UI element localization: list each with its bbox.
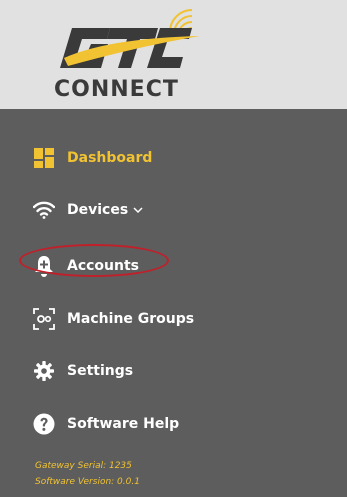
machine-group-icon [33,308,55,330]
sidebar-item-label: Devices [67,202,129,218]
sidebar-item-label: Dashboard [67,150,153,166]
chevron-down-icon[interactable] [133,206,143,214]
question-circle-icon [33,413,55,435]
footer-info: Gateway Serial: 1235 Software Version: 0… [35,458,140,490]
sidebar-item-software-help[interactable]: Software Help [33,407,179,441]
sidebar-item-accounts[interactable]: Accounts [33,249,139,283]
gateway-serial: Gateway Serial: 1235 [35,461,132,471]
sidebar-item-label: Software Help [67,416,180,432]
wifi-icon [33,199,55,221]
sidebar-item-label: Accounts [67,258,140,274]
sidebar-item-machine-groups[interactable]: Machine Groups [33,302,194,336]
sidebar-item-settings[interactable]: Settings [33,354,133,388]
sidebar-item-label: Settings [67,363,134,379]
software-version: Software Version: 0.0.1 [35,477,140,487]
sidebar-item-dashboard[interactable]: Dashboard [33,141,152,175]
bell-plus-icon [33,255,55,277]
gtc-connect-logo: CONNECT [54,9,200,100]
dashboard-icon [33,147,55,169]
logo-connect-text: CONNECT [54,77,179,100]
sidebar-menu: Dashboard Devices Accounts Machine Group… [0,109,347,497]
sidebar-app: CONNECT Dashboard Devices Accounts Machi… [0,0,347,497]
sidebar-item-label: Machine Groups [67,311,195,327]
gear-icon [33,360,55,382]
logo-area: CONNECT [0,0,347,109]
sidebar-item-devices[interactable]: Devices [33,193,143,227]
